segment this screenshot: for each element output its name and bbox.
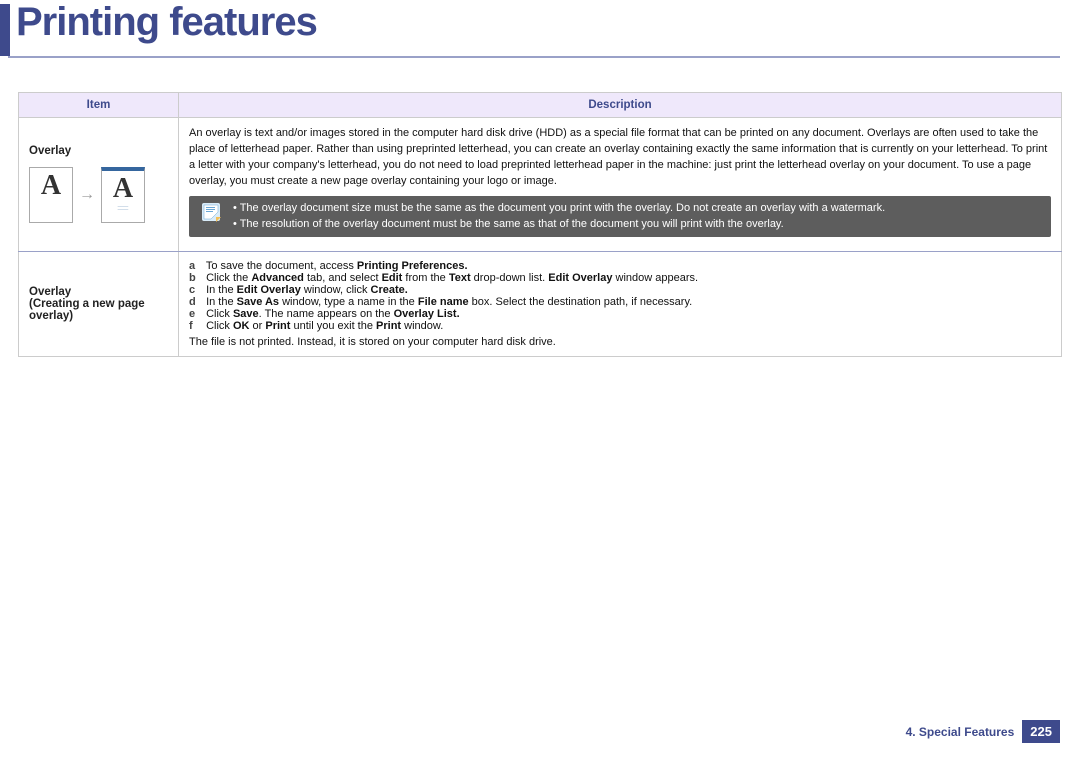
note-band: • The overlay document size must be the … [189, 196, 1051, 237]
step-f-key: f [189, 320, 203, 332]
row-overlay-create: Overlay (Creating a new page overlay) a … [19, 251, 1062, 356]
step-e-key: e [189, 308, 203, 320]
note-bullet-1: • The overlay document size must be the … [233, 200, 885, 217]
overlay-create-steps: a To save the document, access Printing … [189, 260, 1051, 332]
header-row: Printing features [0, 0, 1080, 56]
title-accent-bar [0, 4, 10, 56]
note-icon [199, 200, 223, 224]
content-area: Item Description Overlay A → A ─────────… [18, 92, 1062, 357]
table-header-row: Item Description [19, 93, 1062, 118]
row-label-overlay2: Overlay [29, 286, 168, 298]
note-bullet-2: • The resolution of the overlay document… [233, 216, 885, 233]
cell-overlay-desc: An overlay is text and/or images stored … [179, 118, 1062, 252]
overlay-description-text: An overlay is text and/or images stored … [189, 126, 1051, 190]
note-bullets: • The overlay document size must be the … [233, 200, 885, 233]
footer: 4. Special Features 225 [906, 720, 1060, 743]
step-d: d In the Save As window, type a name in … [189, 296, 1051, 308]
row-sublabel-overlay-create: (Creating a new page overlay) [29, 298, 168, 322]
cell-overlay-create-desc: a To save the document, access Printing … [179, 251, 1062, 356]
cell-overlay-item: Overlay A → A ────────── [19, 118, 179, 252]
row-label-overlay: Overlay [29, 145, 168, 157]
overlay-create-tail: The file is not printed. Instead, it is … [189, 336, 1051, 348]
th-description: Description [179, 93, 1062, 118]
overlay-graphic: A → A ────────── [29, 167, 168, 223]
step-f: f Click OK or Print until you exit the P… [189, 320, 1051, 332]
overlay-graphic-left-page: A [29, 167, 73, 223]
step-b-key: b [189, 272, 203, 284]
footer-page-number: 225 [1022, 720, 1060, 743]
th-item: Item [19, 93, 179, 118]
title-underline [8, 56, 1060, 58]
overlay-graphic-left-letter: A [41, 170, 61, 202]
footer-section: 4. Special Features [906, 725, 1015, 739]
step-c-key: c [189, 284, 203, 296]
step-e: e Click Save. The name appears on the Ov… [189, 308, 1051, 320]
page-title: Printing features [16, 0, 317, 45]
step-a: a To save the document, access Printing … [189, 260, 1051, 272]
row-overlay: Overlay A → A ────────── An overlay is t… [19, 118, 1062, 252]
features-table: Item Description Overlay A → A ─────────… [18, 92, 1062, 357]
arrow-right-icon: → [79, 186, 95, 204]
step-c: c In the Edit Overlay window, click Crea… [189, 284, 1051, 296]
cell-overlay-create-item: Overlay (Creating a new page overlay) [19, 251, 179, 356]
step-a-key: a [189, 260, 203, 272]
step-b: b Click the Advanced tab, and select Edi… [189, 272, 1051, 284]
overlay-graphic-right-page: A ────────── [101, 167, 145, 223]
step-d-key: d [189, 296, 203, 308]
overlay-graphic-microtext: ────────── [116, 205, 131, 213]
overlay-graphic-right-letter: A [113, 173, 133, 205]
